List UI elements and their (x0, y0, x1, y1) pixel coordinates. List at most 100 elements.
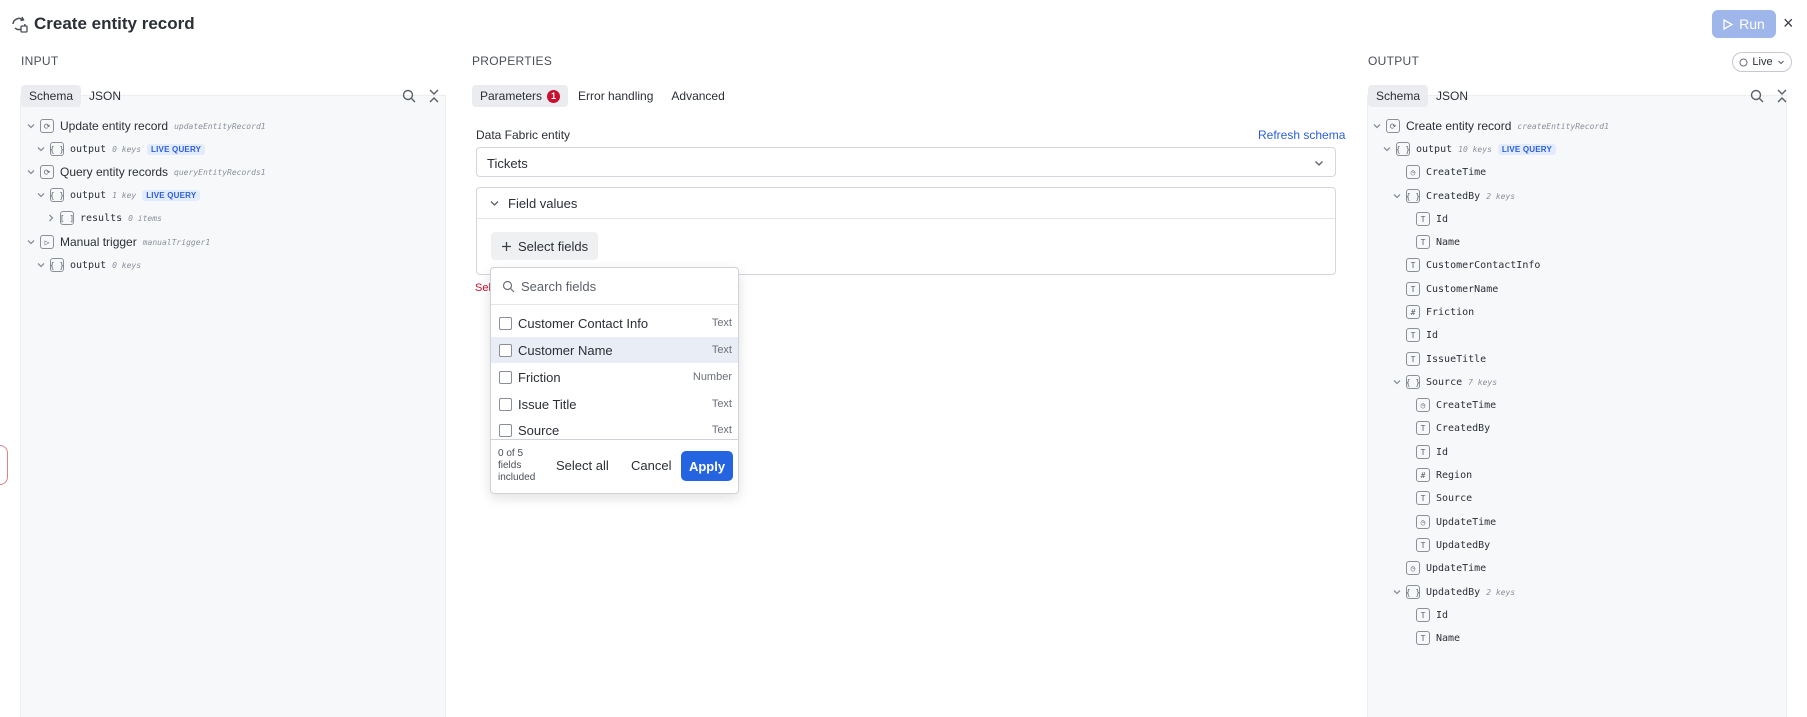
chevron-down-icon (27, 124, 35, 129)
datetime-icon: ◷ (1406, 165, 1420, 179)
select-fields-button[interactable]: Select fields (491, 232, 599, 260)
collapse-all-icon[interactable] (426, 88, 442, 104)
tree-leaf[interactable]: T CreatedBy (1416, 419, 1490, 437)
field-checkbox[interactable] (499, 316, 512, 330)
text-type-icon: T (1416, 445, 1430, 459)
field-values-label: Field values (508, 196, 578, 211)
tree-node[interactable]: ⟳ Create entity record createEntityRecor… (1372, 117, 1609, 135)
tree-leaf[interactable]: T CustomerName (1406, 280, 1498, 298)
text-type-icon: T (1416, 212, 1430, 226)
field-option[interactable]: Issue Title Text (491, 391, 738, 417)
refresh-schema-link[interactable]: Refresh schema (1258, 128, 1345, 142)
node-type-icon: { } (1396, 142, 1410, 156)
tab-output-json[interactable]: JSON (1428, 85, 1476, 107)
tree-node[interactable]: ▷ Manual trigger manualTrigger1 (26, 233, 210, 251)
entity-select[interactable]: Tickets (476, 147, 1336, 177)
tab-input-schema[interactable]: Schema (21, 85, 82, 107)
field-checkbox[interactable] (499, 397, 512, 411)
node-sub: manualTrigger1 (142, 237, 211, 247)
tree-leaf[interactable]: T Name (1416, 629, 1460, 647)
field-option-name: Issue Title (518, 396, 577, 412)
node-type-icon: { } (50, 142, 64, 156)
number-type-icon: # (1406, 305, 1420, 319)
field-option-type: Number (692, 371, 732, 383)
node-label: output (70, 259, 107, 271)
node-label: Region (1436, 469, 1473, 481)
collapse-all-icon[interactable] (1774, 88, 1790, 104)
page-title: Create entity record (34, 14, 195, 33)
tree-node[interactable]: { } UpdatedBy 2 keys (1392, 583, 1515, 601)
tree-leaf[interactable]: T Id (1416, 210, 1448, 228)
tab-input-json[interactable]: JSON (81, 85, 129, 107)
cancel-button[interactable]: Cancel (631, 458, 671, 473)
field-checkbox[interactable] (499, 343, 512, 357)
search-icon[interactable] (1749, 88, 1765, 104)
selection-count: 0 of 5 fields included (498, 448, 536, 483)
chevron-down-icon (490, 201, 499, 206)
live-status-icon (1739, 58, 1748, 66)
apply-button[interactable]: Apply (681, 451, 733, 481)
select-all-button[interactable]: Select all (556, 458, 609, 473)
field-option[interactable]: Customer Name Text (491, 337, 738, 363)
node-label: IssueTitle (1426, 353, 1487, 365)
text-type-icon: T (1416, 421, 1430, 435)
tree-leaf[interactable]: ◷ UpdateTime (1416, 513, 1496, 531)
field-option[interactable]: Friction Number (491, 364, 738, 390)
tree-node[interactable]: ⟳ Query entity records queryEntityRecord… (26, 163, 266, 181)
field-search (491, 268, 738, 305)
run-button[interactable]: Run (1712, 10, 1776, 38)
tree-leaf[interactable]: ◷ UpdateTime (1406, 559, 1486, 577)
close-icon[interactable]: × (1783, 13, 1794, 34)
tree-leaf[interactable]: T Name (1416, 233, 1460, 251)
tree-leaf[interactable]: T CustomerContactInfo (1406, 256, 1540, 274)
search-icon[interactable] (401, 88, 417, 104)
tree-node[interactable]: { } output 0 keys (36, 256, 141, 274)
tree-leaf[interactable]: T Id (1406, 326, 1438, 344)
output-tabs: Schema JSON (1368, 84, 1476, 108)
tab-error-handling[interactable]: Error handling (570, 85, 661, 107)
node-label: Id (1436, 609, 1449, 621)
node-sub: 0 items (128, 213, 162, 223)
tree-node[interactable]: { } output 10 keys LIVE QUERY (1382, 140, 1556, 158)
tab-output-schema[interactable]: Schema (1368, 85, 1429, 107)
field-values-header[interactable]: Field values (477, 188, 1335, 219)
tree-leaf[interactable]: T Id (1416, 443, 1448, 461)
live-query-badge: LIVE QUERY (147, 143, 206, 155)
tree-node[interactable]: ⟳ Update entity record updateEntityRecor… (26, 117, 266, 135)
node-label: Name (1436, 632, 1461, 644)
text-type-icon: T (1416, 608, 1430, 622)
tree-leaf[interactable]: # Region (1416, 466, 1472, 484)
text-type-icon: T (1416, 631, 1430, 645)
text-type-icon: T (1416, 491, 1430, 505)
node-label: CreateTime (1436, 399, 1497, 411)
field-checkbox[interactable] (499, 423, 512, 437)
tree-node[interactable]: [ ] results 0 items (46, 209, 162, 227)
field-option[interactable]: Customer Contact Info Text (491, 310, 738, 336)
field-search-input[interactable] (521, 276, 721, 296)
node-sub: 10 keys (1458, 144, 1492, 154)
field-option-name: Source (518, 422, 560, 438)
tree-leaf[interactable]: ◷ CreateTime (1416, 396, 1496, 414)
tree-node[interactable]: { } output 1 key LIVE QUERY (36, 186, 201, 204)
tree-leaf[interactable]: ◷ CreateTime (1406, 163, 1486, 181)
node-label: UpdateTime (1436, 516, 1497, 528)
tab-advanced[interactable]: Advanced (663, 85, 732, 107)
tree-leaf[interactable]: T Source (1416, 489, 1472, 507)
tab-parameters[interactable]: Parameters 1 (472, 85, 569, 107)
node-label: output (70, 143, 107, 155)
tree-leaf[interactable]: T IssueTitle (1406, 350, 1486, 368)
tree-leaf[interactable]: T Id (1416, 606, 1448, 624)
node-label: Source (1436, 492, 1473, 504)
search-icon (502, 280, 515, 293)
node-label: CustomerContactInfo (1426, 259, 1541, 271)
tree-node[interactable]: { } Source 7 keys (1392, 373, 1497, 391)
tree-node[interactable]: { } output 0 keys LIVE QUERY (36, 140, 206, 158)
node-label: Id (1436, 213, 1449, 225)
tree-leaf[interactable]: T UpdatedBy (1416, 536, 1490, 554)
node-label: Friction (1426, 306, 1475, 318)
live-mode-select[interactable]: Live (1732, 52, 1792, 72)
tree-node[interactable]: { } CreatedBy 2 keys (1392, 187, 1515, 205)
tree-leaf[interactable]: # Friction (1406, 303, 1474, 321)
field-checkbox[interactable] (499, 370, 512, 384)
node-label: Name (1436, 236, 1461, 248)
